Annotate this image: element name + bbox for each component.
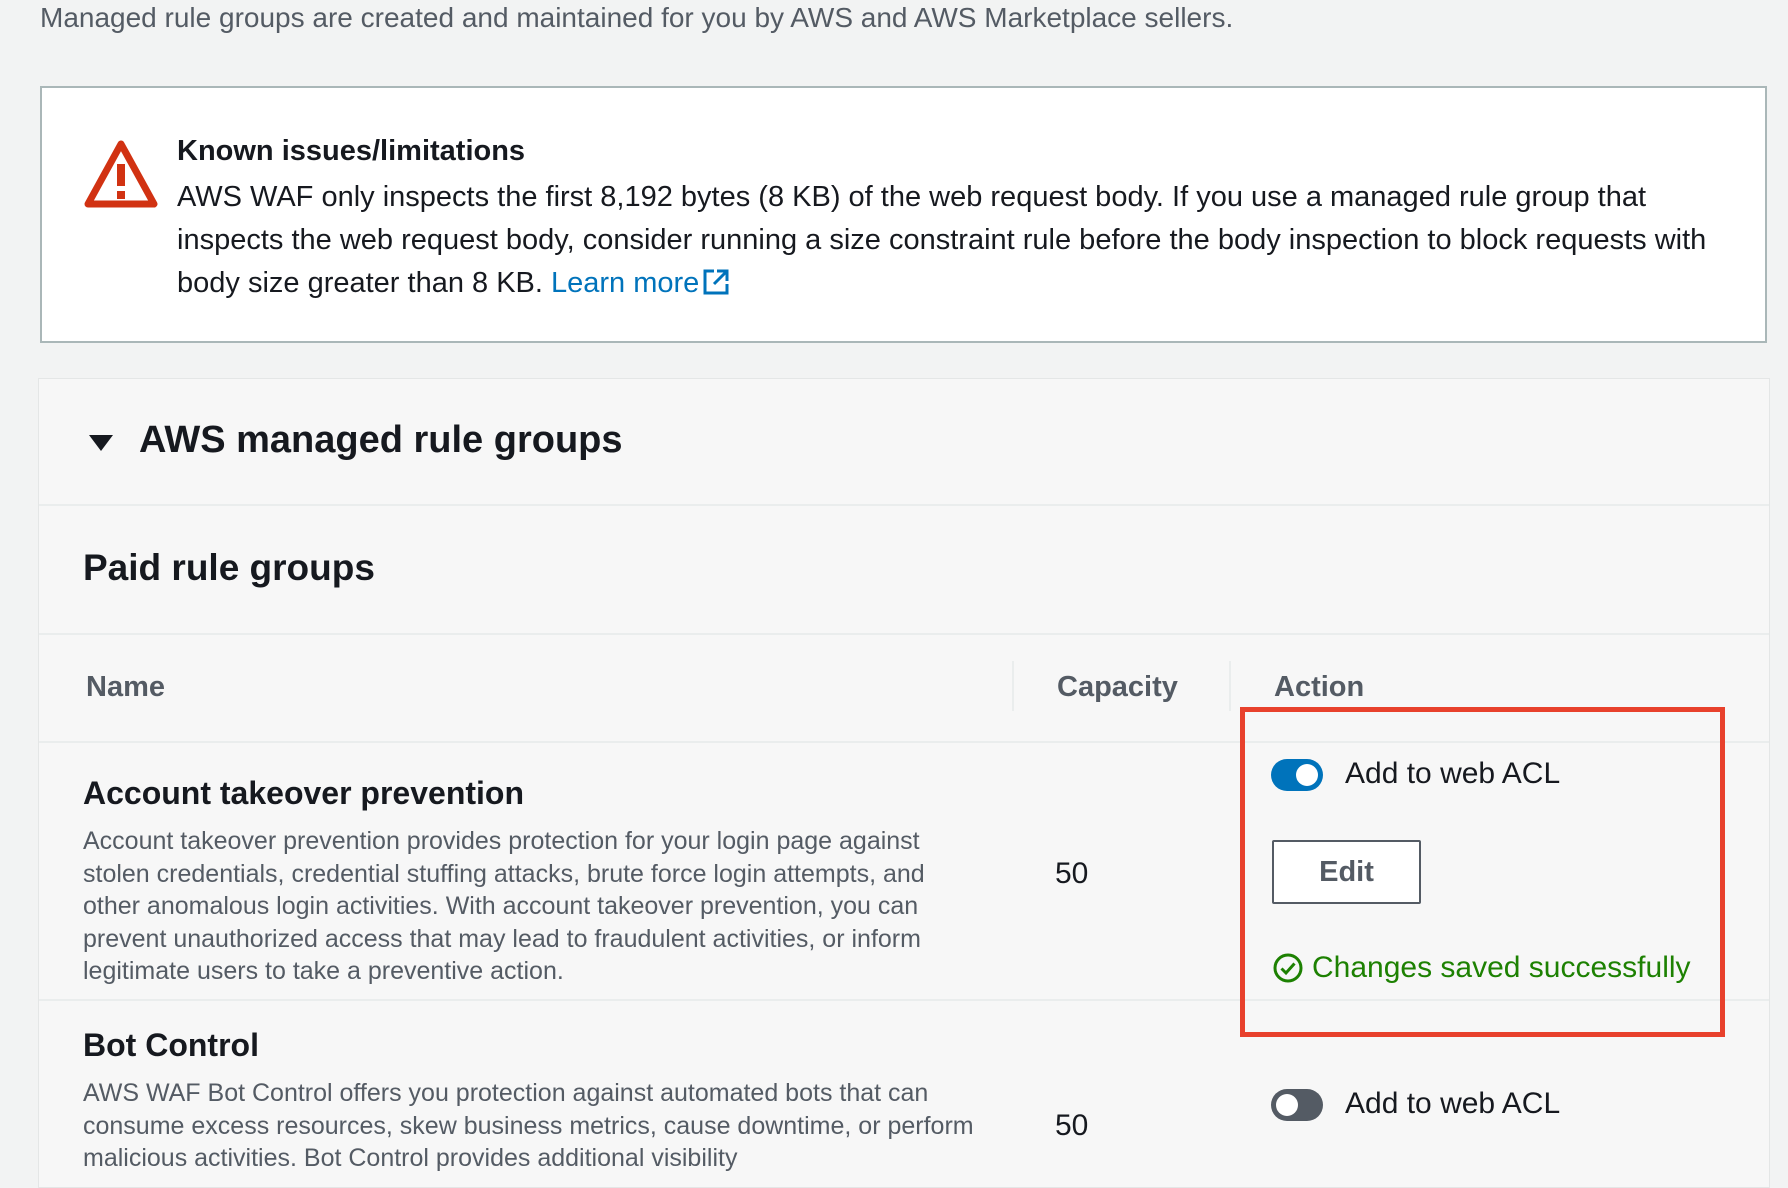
rule-name-account-takeover: Account takeover prevention — [83, 775, 524, 811]
column-separator — [1012, 661, 1014, 711]
divider — [39, 999, 1769, 1001]
alert-body-text: AWS WAF only inspects the first 8,192 by… — [177, 181, 1707, 299]
learn-more-link[interactable]: Learn more — [551, 267, 730, 299]
toggle-label: Add to web ACL — [1345, 757, 1561, 790]
divider — [39, 741, 1769, 743]
rule-description-account-takeover: Account takeover prevention provides pro… — [83, 827, 925, 985]
toggle-knob — [1276, 1094, 1298, 1116]
edit-button[interactable]: Edit — [1272, 840, 1421, 904]
subsection-title: Paid rule groups — [83, 547, 375, 588]
capacity-value: 50 — [1055, 857, 1089, 890]
known-issues-alert: Known issues/limitations AWS WAF only in… — [40, 86, 1767, 343]
external-link-icon — [703, 269, 729, 295]
success-status: Changes saved successfully — [1272, 951, 1691, 985]
toggle-knob — [1296, 764, 1318, 786]
toggle-label: Add to web ACL — [1345, 1087, 1561, 1120]
capacity-value: 50 — [1055, 1109, 1089, 1142]
column-separator — [1229, 661, 1231, 711]
alert-title: Known issues/limitations — [177, 135, 526, 167]
alert-body: AWS WAF only inspects the first 8,192 by… — [177, 176, 1747, 305]
rule-name-bot-control: Bot Control — [83, 1027, 259, 1063]
section-header[interactable]: AWS managed rule groups — [39, 379, 1769, 506]
column-header-name: Name — [86, 671, 165, 703]
learn-more-label: Learn more — [551, 267, 700, 299]
warning-triangle-icon — [84, 140, 158, 208]
aws-managed-rule-groups-panel: AWS managed rule groups Paid rule groups… — [38, 378, 1770, 1188]
section-title: AWS managed rule groups — [139, 419, 623, 461]
success-status-text: Changes saved successfully — [1312, 951, 1691, 984]
intro-text: Managed rule groups are created and main… — [40, 2, 1234, 33]
divider — [39, 633, 1769, 635]
check-circle-icon — [1273, 953, 1303, 983]
column-header-capacity: Capacity — [1057, 671, 1178, 703]
rule-description-bot-control: AWS WAF Bot Control offers you protectio… — [83, 1079, 974, 1172]
add-to-web-acl-toggle[interactable] — [1271, 1089, 1323, 1121]
column-header-action: Action — [1274, 671, 1365, 703]
caret-down-icon — [89, 435, 113, 451]
add-to-web-acl-toggle[interactable] — [1271, 759, 1323, 791]
